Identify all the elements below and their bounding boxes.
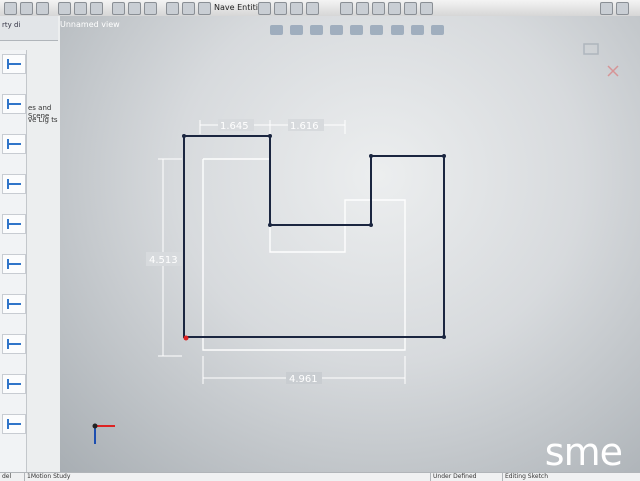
dimension-tool-icon[interactable]	[2, 254, 26, 274]
view-icon[interactable]	[166, 2, 179, 15]
settings-icon[interactable]	[420, 2, 433, 15]
spline-tool-icon[interactable]	[2, 214, 26, 234]
render-icon[interactable]	[388, 2, 401, 15]
origin-point	[183, 335, 189, 341]
zoom-icon[interactable]	[290, 2, 303, 15]
tool-icon[interactable]	[340, 2, 353, 15]
graphics-area[interactable]: Unnamed view 1.645 1.616 4.513 4.961 sme	[60, 16, 640, 472]
help-icon[interactable]	[258, 2, 271, 15]
file-icon[interactable]	[4, 2, 17, 15]
orient-icon[interactable]	[306, 2, 319, 15]
tool-rail	[0, 50, 27, 472]
trim-tool-icon[interactable]	[2, 334, 26, 354]
panel-tabs[interactable]: rty di	[0, 16, 58, 41]
line-tool-icon[interactable]	[2, 54, 26, 74]
panel-icon[interactable]	[404, 2, 417, 15]
dimension-3-label[interactable]: 4.513	[149, 255, 178, 266]
sketch-canvas[interactable]: 1.645 1.616 4.513 4.961	[60, 16, 640, 472]
select-icon[interactable]	[112, 2, 125, 15]
print-icon[interactable]	[58, 2, 71, 15]
sme-logo: sme	[544, 430, 623, 472]
minimize-icon[interactable]	[600, 2, 613, 15]
arc-tool-icon[interactable]	[2, 134, 26, 154]
options-icon[interactable]	[144, 2, 157, 15]
mirror-tool-icon[interactable]	[2, 414, 26, 434]
extend-tool-icon[interactable]	[2, 374, 26, 394]
triad-icon	[92, 423, 115, 444]
section-icon[interactable]	[356, 2, 369, 15]
display-icon[interactable]	[182, 2, 195, 15]
dimension-1-label[interactable]: 1.645	[220, 121, 249, 132]
confirm-corner-icon[interactable]	[583, 43, 599, 55]
exit-sketch-icon[interactable]	[607, 65, 619, 77]
undo-icon[interactable]	[74, 2, 87, 15]
save-icon[interactable]	[36, 2, 49, 15]
open-icon[interactable]	[20, 2, 33, 15]
circle-tool-icon[interactable]	[2, 174, 26, 194]
sketch-points	[182, 134, 446, 339]
panel-tab-label[interactable]: rty di	[2, 21, 20, 29]
appearance-icon[interactable]	[372, 2, 385, 15]
search-icon[interactable]	[274, 2, 287, 15]
top-toolbar: Nave Entities	[0, 0, 640, 17]
redo-icon[interactable]	[90, 2, 103, 15]
dimension-2-label[interactable]: 1.616	[290, 121, 319, 132]
scene-icon[interactable]	[198, 2, 211, 15]
dimension-4-label[interactable]: 4.961	[289, 374, 318, 385]
rectangle-tool-icon[interactable]	[2, 94, 26, 114]
rebuild-icon[interactable]	[128, 2, 141, 15]
left-panel: rty di es and Scene ve Lig ts	[0, 16, 61, 472]
close-icon[interactable]	[616, 2, 629, 15]
relation-tool-icon[interactable]	[2, 294, 26, 314]
ghost-profile	[202, 158, 406, 351]
tree-item-lights[interactable]: ve Lig ts	[28, 116, 58, 124]
logo-text: sme	[544, 430, 623, 472]
